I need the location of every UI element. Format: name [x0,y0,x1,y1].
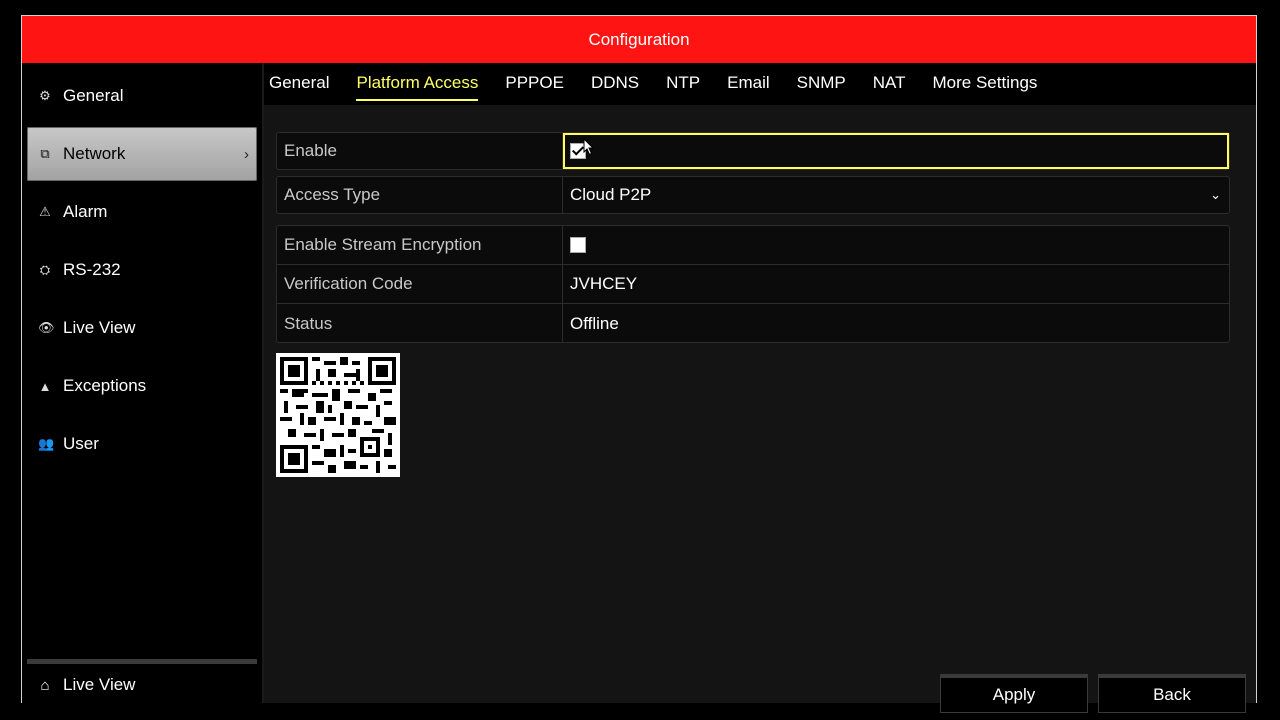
stream-encryption-checkbox[interactable] [570,237,586,253]
tab-bar: General Platform Access PPPOE DDNS NTP E… [264,63,1256,105]
chevron-right-icon: › [244,145,249,163]
sidebar: ⚙ General ⧉ Network › ⚠ Alarm ⛭ RS-232 👁… [22,63,264,703]
chevron-down-icon: ⌄ [1210,187,1221,202]
access-type-select[interactable]: Cloud P2P ⌄ [563,177,1229,213]
tab-general[interactable]: General [269,73,329,95]
mouse-cursor-icon [583,138,595,156]
sidebar-item-label: Exceptions [63,376,147,395]
status-row: Status Offline [277,304,1229,343]
users-icon: 👥 [38,436,55,451]
enable-label: Enable [277,133,563,169]
sidebar-item-network[interactable]: ⧉ Network › [27,127,257,181]
sidebar-item-label: Live View [63,318,136,337]
enable-field[interactable] [563,133,1229,169]
window-title: Configuration [588,29,690,49]
qr-code-image [280,357,396,473]
config-window: Configuration ⚙ General ⧉ Network › ⚠ Al… [21,15,1257,713]
serial-port-icon: ⛭ [39,262,51,277]
stream-encryption-label: Enable Stream Encryption [277,226,563,264]
platform-details-group: Enable Stream Encryption Verification Co… [276,225,1230,343]
qr-code [276,353,400,477]
sidebar-item-label: General [63,86,124,105]
verification-code-field[interactable]: JVHCEY [563,265,1229,303]
warning-icon: ▲ [38,378,52,394]
main-panel: General Platform Access PPPOE DDNS NTP E… [264,63,1256,713]
status-value: Offline [570,313,619,333]
sidebar-item-label: Network [63,144,126,163]
tab-pppoe[interactable]: PPPOE [505,73,564,95]
home-icon: ⌂ [40,676,50,694]
sidebar-item-label: RS-232 [63,260,121,279]
sidebar-item-general[interactable]: ⚙ General [27,69,257,123]
live-view-shortcut[interactable]: ⌂ Live View [27,659,257,706]
alarm-icon: ⚠ [39,204,51,219]
status-label: Status [277,304,563,343]
stream-encryption-row: Enable Stream Encryption [277,226,1229,265]
title-bar: Configuration [22,16,1256,63]
verification-code-label: Verification Code [277,265,563,303]
tab-nat[interactable]: NAT [873,73,906,95]
sidebar-item-rs232[interactable]: ⛭ RS-232 [27,243,257,297]
tab-email[interactable]: Email [727,73,770,95]
sidebar-item-user[interactable]: 👥 User [27,417,257,471]
eye-icon: 👁 [38,320,55,335]
sidebar-item-label: Alarm [63,202,108,221]
access-type-label: Access Type [277,177,563,213]
tab-platform-access[interactable]: Platform Access [356,73,478,101]
apply-button[interactable]: Apply [940,674,1088,713]
verification-code-row: Verification Code JVHCEY [277,265,1229,304]
network-icon: ⧉ [40,146,50,161]
tab-snmp[interactable]: SNMP [797,73,846,95]
access-type-value: Cloud P2P [570,185,652,204]
enable-row: Enable [276,132,1230,170]
sidebar-item-alarm[interactable]: ⚠ Alarm [27,185,257,239]
sidebar-item-exceptions[interactable]: ▲ Exceptions [27,359,257,413]
tab-more-settings[interactable]: More Settings [933,73,1038,95]
sidebar-item-label: User [63,434,99,453]
tab-ntp[interactable]: NTP [666,73,700,95]
back-button[interactable]: Back [1098,674,1246,713]
sidebar-item-live-view[interactable]: 👁 Live View [27,301,257,355]
access-type-row: Access Type Cloud P2P ⌄ [276,176,1230,214]
live-view-shortcut-label: Live View [63,675,136,694]
gear-icon: ⚙ [39,88,51,103]
tab-ddns[interactable]: DDNS [591,73,639,95]
